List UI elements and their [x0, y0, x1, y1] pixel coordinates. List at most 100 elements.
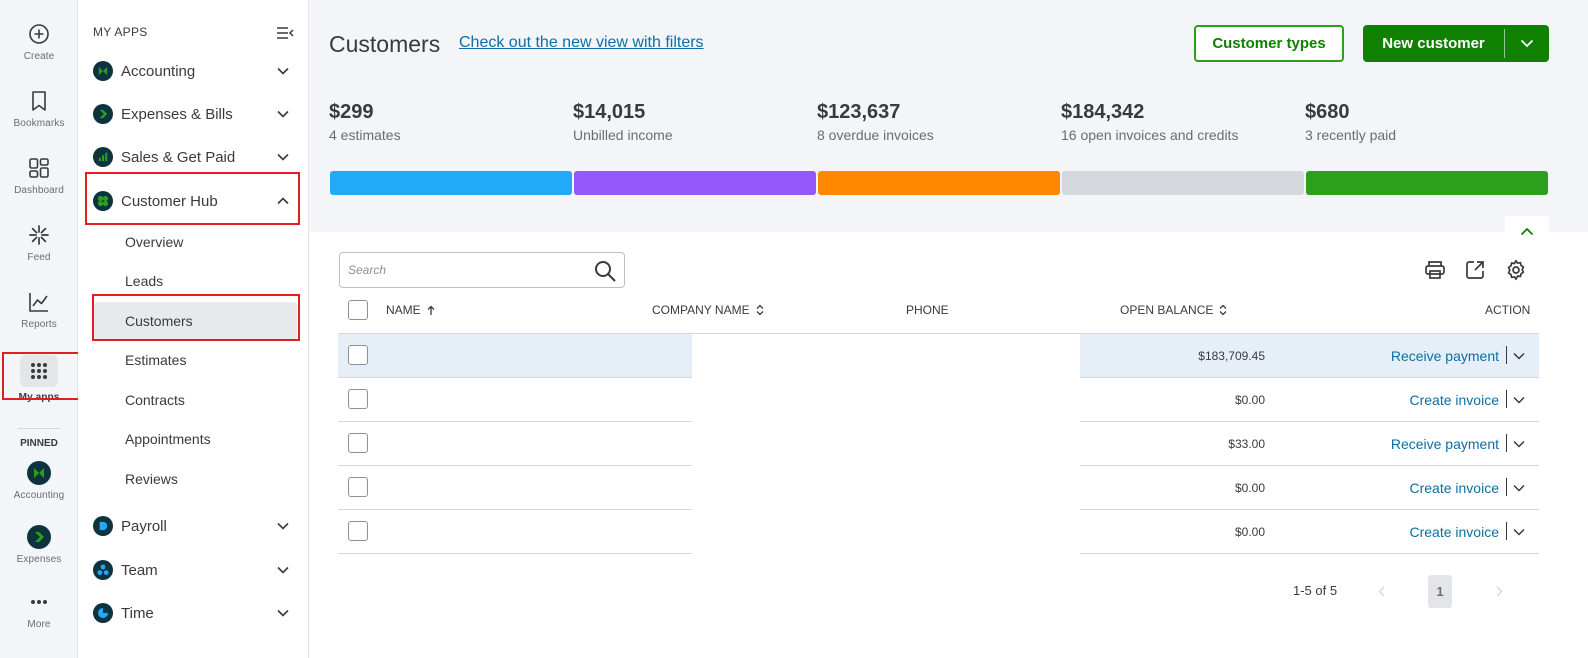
rail-pinned-accounting-label: Accounting: [13, 490, 65, 501]
app-time-label: Time: [121, 604, 154, 622]
app-sales-get-paid[interactable]: Sales & Get Paid: [78, 137, 309, 177]
chevron-down-icon[interactable]: [1510, 347, 1528, 365]
collapse-panel-icon[interactable]: [276, 26, 294, 45]
plus-circle-icon: [27, 22, 51, 46]
app-customer-hub-label: Customer Hub: [121, 192, 218, 210]
nav-appointments[interactable]: Appointments: [94, 420, 297, 458]
stat-estimates: $299 4 estimates: [329, 101, 569, 143]
app-customer-hub[interactable]: Customer Hub: [78, 181, 309, 221]
row-checkbox[interactable]: [348, 345, 368, 365]
search-box: [339, 252, 625, 288]
nav-leads[interactable]: Leads: [94, 262, 297, 300]
rail-bookmarks[interactable]: Bookmarks: [0, 89, 78, 129]
chevron-down-icon: [271, 67, 295, 75]
chevron-right-icon[interactable]: [1491, 582, 1507, 600]
row-action-link[interactable]: Create invoice: [1318, 480, 1500, 496]
chevron-down-icon: [1520, 39, 1534, 48]
customer-types-button[interactable]: Customer types: [1194, 25, 1344, 62]
export-icon[interactable]: [1463, 258, 1487, 282]
sort-ascending-icon: [427, 305, 435, 315]
chevron-down-icon[interactable]: [1510, 435, 1528, 453]
rail-my-apps[interactable]: My apps: [0, 359, 78, 403]
new-customer-button[interactable]: New customer: [1363, 25, 1504, 62]
app-time[interactable]: Time: [78, 593, 309, 633]
rail-pinned-accounting[interactable]: Accounting: [0, 461, 78, 501]
search-icon[interactable]: [594, 260, 616, 287]
chevron-down-icon[interactable]: [1510, 523, 1528, 541]
app-accounting-label: Accounting: [121, 62, 196, 80]
stat-caption: 4 estimates: [329, 127, 401, 143]
nav-estimates[interactable]: Estimates: [94, 341, 297, 379]
chevron-down-icon[interactable]: [1510, 479, 1528, 497]
settings-gear-icon[interactable]: [1504, 258, 1528, 282]
chevron-down-icon: [271, 522, 295, 530]
money-bar-recently-paid[interactable]: [1306, 171, 1548, 195]
row-checkbox[interactable]: [348, 477, 368, 497]
chevron-left-icon[interactable]: [1373, 582, 1389, 600]
accounting-app-icon: [93, 61, 113, 81]
sort-icon: [1219, 304, 1227, 316]
column-header-name[interactable]: NAME: [386, 303, 435, 317]
collapse-summary-button[interactable]: [1505, 216, 1549, 246]
row-action-link[interactable]: Create invoice: [1318, 392, 1500, 408]
search-input[interactable]: [340, 253, 585, 287]
redacted-area: [692, 334, 1080, 554]
action-separator: [1506, 434, 1507, 452]
chevron-up-icon: [1520, 227, 1534, 235]
rail-create[interactable]: Create: [0, 22, 78, 62]
row-action-link[interactable]: Create invoice: [1318, 524, 1500, 540]
my-apps-panel: MY APPS Accounting Expenses & Bills Sale…: [78, 0, 309, 658]
rail-feed[interactable]: Feed: [0, 223, 78, 263]
stat-caption: Unbilled income: [573, 127, 673, 143]
row-action-link[interactable]: Receive payment: [1318, 348, 1499, 364]
chevron-up-icon: [271, 197, 295, 205]
chevron-down-icon: [271, 153, 295, 161]
new-view-link[interactable]: Check out the new view with filters: [459, 34, 704, 52]
open-balance: $0.00: [1234, 393, 1265, 407]
nav-customers[interactable]: Customers: [94, 302, 297, 340]
column-header-open-balance[interactable]: OPEN BALANCE: [1120, 303, 1227, 317]
money-bar-estimates[interactable]: [330, 171, 572, 195]
money-bar-overdue[interactable]: [818, 171, 1060, 195]
action-separator: [1506, 346, 1507, 364]
dashboard-icon: [27, 156, 51, 180]
nav-reviews[interactable]: Reviews: [94, 460, 297, 498]
app-expenses-bills[interactable]: Expenses & Bills: [78, 94, 309, 134]
row-checkbox[interactable]: [348, 433, 368, 453]
rail-divider: [18, 428, 60, 429]
pagination-page[interactable]: 1: [1428, 575, 1452, 608]
rail-more[interactable]: More: [0, 590, 78, 630]
new-customer-dropdown[interactable]: [1505, 25, 1549, 62]
expenses-icon: [27, 525, 51, 549]
rail-feed-label: Feed: [27, 252, 51, 263]
rail-dashboard[interactable]: Dashboard: [0, 156, 78, 196]
row-action-link[interactable]: Receive payment: [1318, 436, 1499, 452]
row-checkbox[interactable]: [348, 521, 368, 541]
bookmark-icon: [27, 89, 51, 113]
nav-overview[interactable]: Overview: [94, 223, 297, 261]
nav-contracts[interactable]: Contracts: [94, 381, 297, 419]
app-team[interactable]: Team: [78, 550, 309, 590]
rail-pinned-expenses[interactable]: Expenses: [0, 525, 78, 565]
more-icon: [27, 590, 51, 614]
rail-reports[interactable]: Reports: [0, 290, 78, 330]
chevron-down-icon[interactable]: [1510, 391, 1528, 409]
money-bar-unbilled[interactable]: [574, 171, 816, 195]
action-separator: [1506, 522, 1507, 540]
print-icon[interactable]: [1423, 258, 1447, 282]
column-header-name-label: NAME: [386, 303, 421, 317]
time-app-icon: [93, 603, 113, 623]
money-bar-open-invoices[interactable]: [1062, 171, 1304, 195]
select-all-checkbox[interactable]: [348, 300, 368, 320]
row-checkbox[interactable]: [348, 389, 368, 409]
app-accounting[interactable]: Accounting: [78, 51, 309, 91]
rail-my-apps-label: My apps: [18, 392, 60, 403]
feed-icon: [27, 223, 51, 247]
action-separator: [1506, 478, 1507, 496]
rail-pinned-expenses-label: Expenses: [16, 554, 62, 565]
customer-hub-app-icon: [93, 191, 113, 211]
column-header-company[interactable]: COMPANY NAME: [652, 303, 764, 317]
summary-panel: Customers Check out the new view with fi…: [309, 0, 1588, 232]
stat-amount: $184,342: [1061, 101, 1145, 123]
app-payroll[interactable]: Payroll: [78, 506, 309, 546]
